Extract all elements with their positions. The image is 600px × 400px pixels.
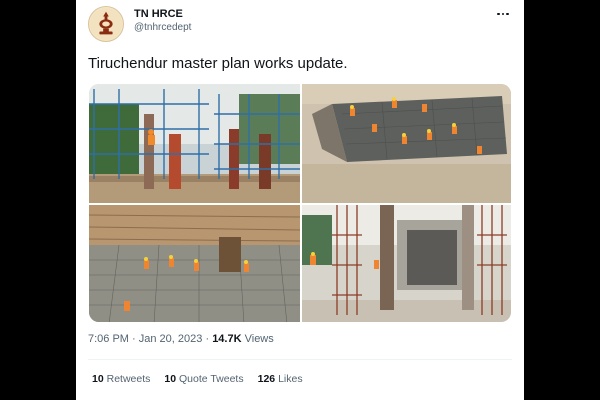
divider: [88, 359, 512, 360]
engagement-stats: 10 Retweets 10 Quote Tweets 126 Likes: [92, 373, 303, 385]
more-options-button[interactable]: [492, 6, 514, 22]
likes-label: Likes: [278, 373, 303, 385]
retweets-count: 10: [92, 373, 104, 385]
tweet-timestamp-row: 7:06 PM · Jan 20, 2023 · 14.7K Views: [88, 333, 274, 345]
media-grid: [89, 84, 511, 322]
temple-lamp-logo-icon: [89, 7, 123, 41]
media-photo-4[interactable]: [302, 205, 511, 322]
media-photo-1[interactable]: [89, 84, 300, 203]
media-photo-3[interactable]: [89, 205, 300, 322]
retweets-stat[interactable]: 10 Retweets: [92, 373, 150, 385]
timestamp-separator: ·: [205, 333, 210, 345]
author-name[interactable]: TN HRCE: [134, 7, 191, 21]
quote-tweets-count: 10: [164, 373, 177, 385]
tweet-text: Tiruchendur master plan works update.: [88, 55, 348, 72]
tweet-time[interactable]: 7:06 PM: [88, 333, 129, 345]
tweet-card: TN HRCE @tnhrcedept Tiruchendur master p…: [76, 0, 524, 400]
tweet-date[interactable]: Jan 20, 2023: [139, 333, 203, 345]
views-count: 14.7K: [212, 333, 242, 345]
more-horizontal-icon: [497, 12, 500, 16]
avatar[interactable]: [88, 6, 124, 42]
quote-tweets-stat[interactable]: 10 Quote Tweets: [164, 373, 243, 385]
retweets-label: Retweets: [106, 373, 151, 385]
views-label: Views: [244, 333, 274, 345]
more-horizontal-icon: [506, 12, 509, 16]
author-info: TN HRCE @tnhrcedept: [134, 7, 191, 35]
media-photo-2[interactable]: [302, 84, 511, 203]
likes-stat[interactable]: 126 Likes: [258, 373, 303, 385]
author-handle[interactable]: @tnhrcedept: [134, 21, 191, 35]
likes-count: 126: [257, 373, 276, 385]
more-horizontal-icon: [501, 12, 505, 16]
quote-tweets-label: Quote Tweets: [179, 373, 244, 385]
timestamp-separator: ·: [132, 333, 136, 345]
